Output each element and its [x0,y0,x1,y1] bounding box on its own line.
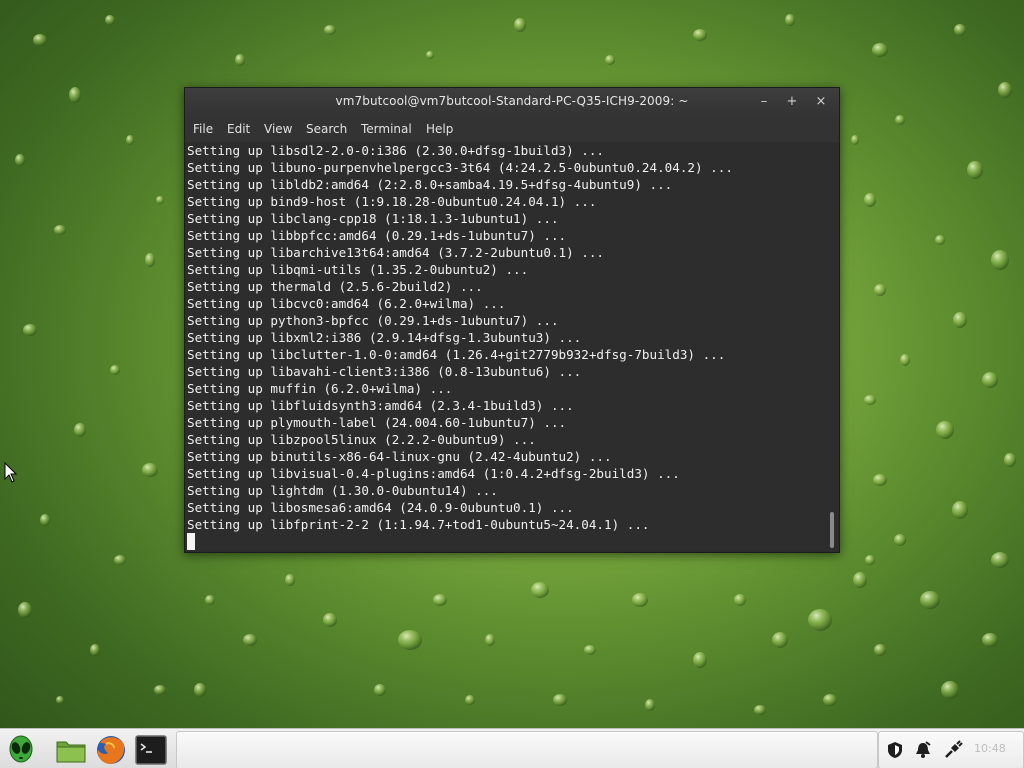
window-title: vm7butcool@vm7butcool-Standard-PC-Q35-IC… [335,94,689,108]
terminal-line: Setting up binutils-x86-64-linux-gnu (2.… [187,449,612,464]
menu-edit[interactable]: Edit [227,122,250,136]
terminal-line: Setting up thermald (2.5.6-2build2) ... [187,279,483,294]
folder-icon[interactable] [54,733,88,767]
terminal-line: Setting up libldb2:amd64 (2:2.8.0+samba4… [187,177,673,192]
terminal-line: Setting up libavahi-client3:i386 (0.8-13… [187,364,582,379]
minimize-button[interactable]: – [755,93,773,111]
terminal-line: Setting up libarchive13t64:amd64 (3.7.2-… [187,245,605,260]
terminal-line: Setting up libvisual-0.4-plugins:amd64 (… [187,466,680,481]
terminal-line: Setting up plymouth-label (24.004.60-1ub… [187,415,567,430]
shield-icon[interactable] [885,740,905,760]
system-tray: 10:48 [878,731,1024,768]
terminal-line: Setting up libzpool5linux (2.2.2-0ubuntu… [187,432,536,447]
window-titlebar[interactable]: vm7butcool@vm7butcool-Standard-PC-Q35-IC… [185,88,839,116]
scrollbar[interactable] [828,142,837,551]
terminal-line: Setting up libclang-cpp18 (1:18.1.3-1ubu… [187,211,559,226]
menu-help[interactable]: Help [426,122,453,136]
desktop: vm7butcool@vm7butcool-Standard-PC-Q35-IC… [0,0,1024,768]
menu-terminal[interactable]: Terminal [361,122,412,136]
terminal-line: Setting up bind9-host (1:9.18.28-0ubuntu… [187,194,597,209]
firefox-icon[interactable] [94,733,128,767]
terminal-line: Setting up libsdl2-2.0-0:i386 (2.30.0+df… [187,143,605,158]
terminal-line: Setting up libuno-purpenvhelpergcc3-3t64… [187,160,733,175]
terminal-lines: Setting up libsdl2-2.0-0:i386 (2.30.0+df… [187,142,827,533]
scrollbar-thumb[interactable] [830,512,834,548]
terminal-output[interactable]: Setting up libsdl2-2.0-0:i386 (2.30.0+df… [185,142,839,551]
network-icon[interactable] [943,740,963,760]
terminal-window[interactable]: vm7butcool@vm7butcool-Standard-PC-Q35-IC… [184,87,840,553]
terminal-line: Setting up muffin (6.2.0+wilma) ... [187,381,453,396]
menu-file[interactable]: File [193,122,213,136]
terminal-line: Setting up libbpfcc:amd64 (0.29.1+ds-1ub… [187,228,567,243]
menu-view[interactable]: View [264,122,292,136]
terminal-line: Setting up python3-bpfcc (0.29.1+ds-1ubu… [187,313,559,328]
terminal-line: Setting up libfprint-2-2 (1:1.94.7+tod1-… [187,517,650,532]
terminal-line: Setting up libfluidsynth3:amd64 (2.3.4-1… [187,398,574,413]
menu-bar: File Edit View Search Terminal Help [185,116,839,142]
terminal-icon[interactable] [134,733,168,767]
alien-icon[interactable] [4,733,38,767]
clock[interactable]: 10:48 [974,742,1006,755]
terminal-line: Setting up libqmi-utils (1.35.2-0ubuntu2… [187,262,529,277]
window-list[interactable] [176,731,878,768]
terminal-line: Setting up libcvc0:amd64 (6.2.0+wilma) .… [187,296,506,311]
terminal-line: Setting up libxml2:i386 (2.9.14+dfsg-1.3… [187,330,582,345]
terminal-line: Setting up lightdm (1.30.0-0ubuntu14) ..… [187,483,498,498]
text-cursor [187,533,195,550]
taskbar: 10:48 [0,728,1024,768]
bell-icon[interactable] [913,740,933,760]
terminal-line: Setting up libclutter-1.0-0:amd64 (1.26.… [187,347,726,362]
mouse-pointer-icon [4,462,18,483]
close-button[interactable]: × [812,93,830,111]
maximize-button[interactable]: + [783,93,801,111]
terminal-line: Setting up libosmesa6:amd64 (24.0.9-0ubu… [187,500,574,515]
menu-search[interactable]: Search [306,122,347,136]
